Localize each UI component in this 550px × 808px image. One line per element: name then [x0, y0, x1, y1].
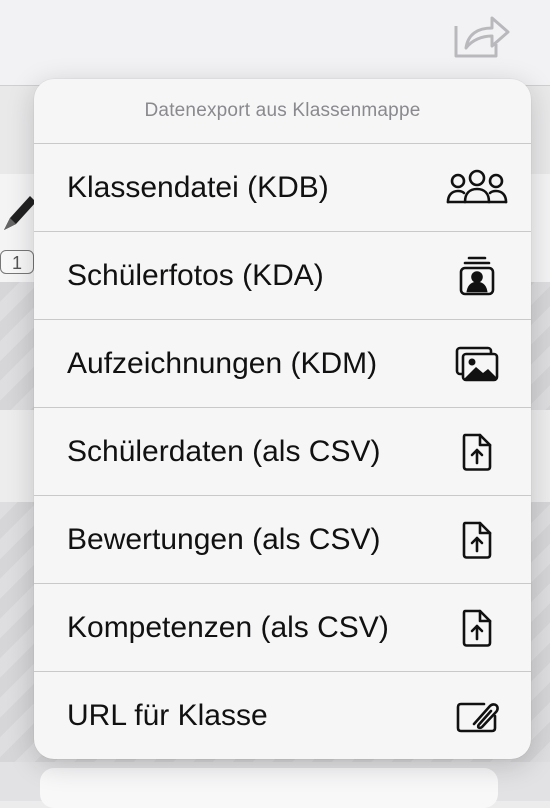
document-upload-icon	[445, 518, 509, 562]
menu-item-label: Kompetenzen (als CSV)	[67, 610, 389, 644]
page-badge: 1	[0, 250, 34, 274]
document-upload-icon	[445, 606, 509, 650]
menu-item-label: Schülerfotos (KDA)	[67, 258, 324, 292]
menu-item-kompetenzen[interactable]: Kompetenzen (als CSV)	[34, 584, 531, 672]
menu-item-label: URL für Klasse	[67, 699, 268, 732]
photos-icon	[445, 342, 509, 386]
menu-item-label: Schülerdaten (als CSV)	[67, 434, 381, 468]
menu-item-label: Klassendatei (KDB)	[67, 170, 329, 204]
group-icon	[445, 166, 509, 210]
document-upload-icon	[445, 430, 509, 474]
menu-item-schuelerfotos[interactable]: Schülerfotos (KDA)	[34, 232, 531, 320]
menu-item-klassendatei[interactable]: Klassendatei (KDB)	[34, 144, 531, 232]
menu-item-schuelerdaten[interactable]: Schülerdaten (als CSV)	[34, 408, 531, 496]
menu-item-url[interactable]: URL für Klasse	[34, 672, 531, 759]
menu-item-label: Bewertungen (als CSV)	[67, 522, 381, 556]
share-button[interactable]	[452, 12, 510, 60]
menu-item-label: Aufzeichnungen (KDM)	[67, 346, 378, 380]
popover-title: Datenexport aus Klassenmappe	[34, 79, 531, 144]
menu-item-bewertungen[interactable]: Bewertungen (als CSV)	[34, 496, 531, 584]
toolbar	[0, 0, 550, 86]
background-card	[40, 768, 498, 808]
export-popover: Datenexport aus Klassenmappe Klassendate…	[34, 79, 531, 759]
link-card-icon	[445, 694, 509, 738]
portrait-stack-icon	[445, 254, 509, 298]
menu-item-aufzeichnungen[interactable]: Aufzeichnungen (KDM)	[34, 320, 531, 408]
share-icon	[454, 16, 510, 58]
